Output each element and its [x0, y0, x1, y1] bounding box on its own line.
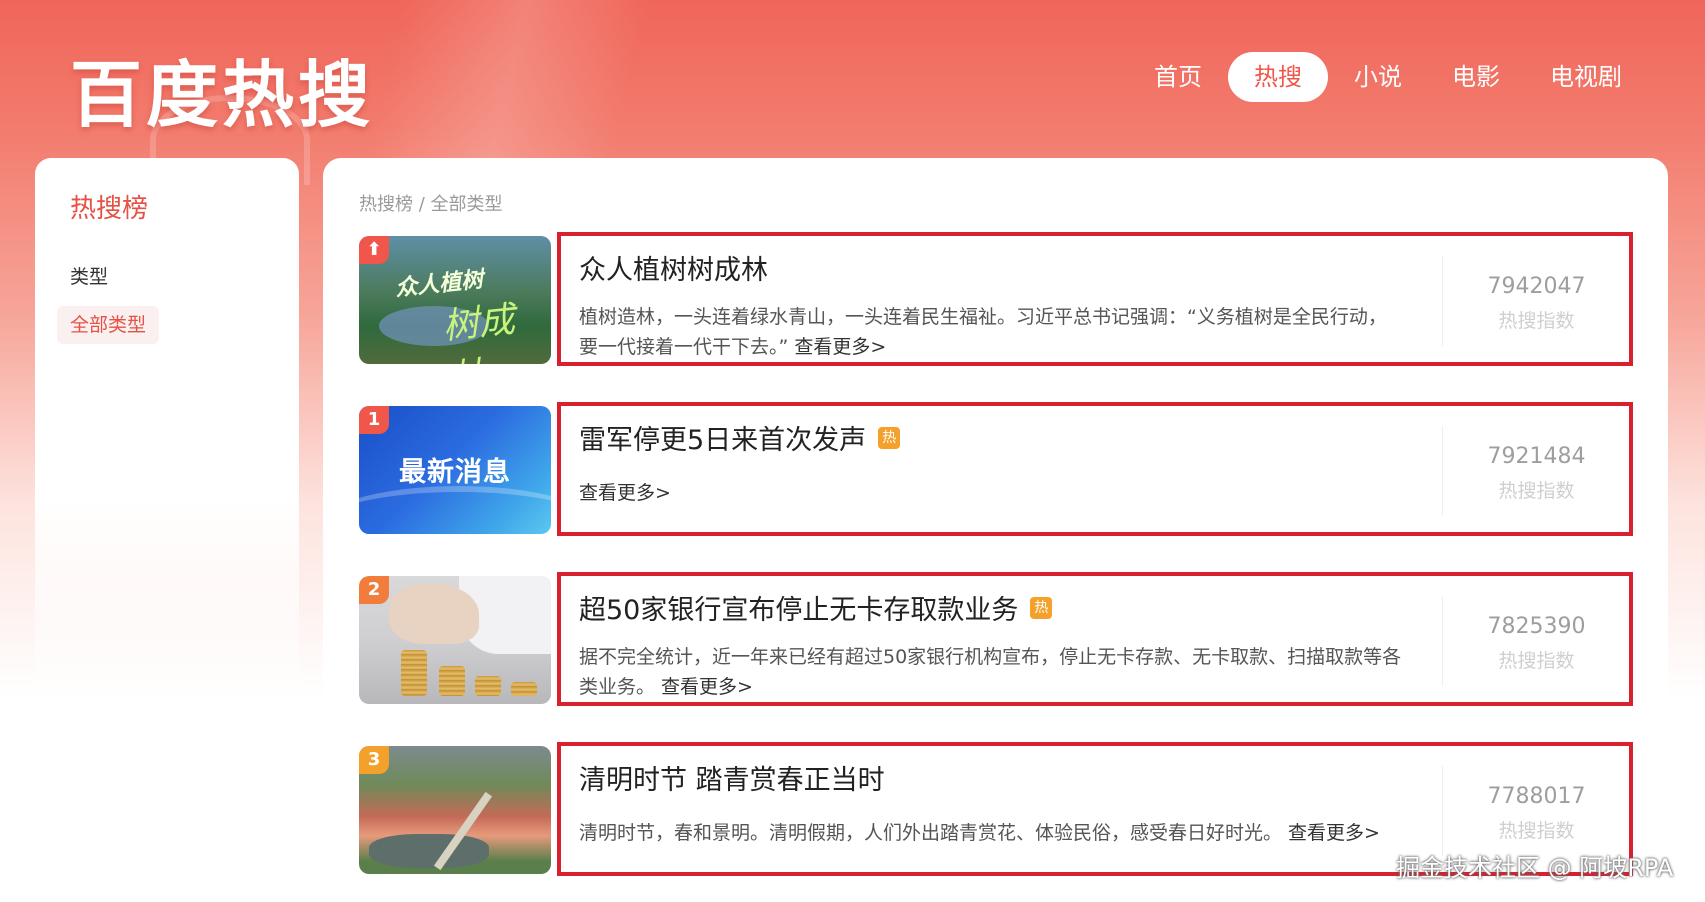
hot-list-panel: 热搜榜 / 全部类型 ⬆ 众人植树 树成林 众人植树树成林 植树造林，一头连着绿…: [323, 158, 1668, 902]
item-description: 清明时节，春和景明。清明假期，人们外出踏青赏花、体验民俗，感受春日好时光。 查看更…: [579, 818, 1439, 848]
rank-badge: 1: [359, 406, 389, 434]
thumbnail-pond: [369, 834, 489, 868]
item-thumbnail[interactable]: 1 最新消息: [359, 406, 551, 534]
hot-index-label: 热搜指数: [1498, 820, 1575, 842]
nav-hot-search[interactable]: 热搜: [1228, 52, 1328, 102]
view-more-link[interactable]: 查看更多>: [579, 482, 671, 504]
nav-tv-series[interactable]: 电视剧: [1526, 52, 1646, 102]
item-description: 查看更多>: [579, 478, 1399, 508]
breadcrumb: 热搜榜 / 全部类型: [359, 194, 503, 215]
hot-badge-icon: 热: [878, 426, 901, 449]
hot-index-value: 7942047: [1487, 274, 1586, 299]
hot-list-item[interactable]: 2 超50家银行宣布停止无卡存取款业务 热 据不完全统计，近一年来已经有超过50…: [359, 572, 1633, 706]
type-label: 类型: [70, 266, 109, 288]
watermark: 掘金技术社区 @ 阿坡RPA: [1396, 854, 1674, 882]
hot-index-value: 7788017: [1487, 784, 1586, 809]
item-card-highlighted: 超50家银行宣布停止无卡存取款业务 热 据不完全统计，近一年来已经有超过50家银…: [557, 572, 1633, 706]
type-filter-all[interactable]: 全部类型: [57, 306, 160, 344]
hot-index-label: 热搜指数: [1498, 650, 1575, 672]
item-card-highlighted: 雷军停更5日来首次发声 热 查看更多> 7921484 热搜指数: [557, 402, 1633, 536]
item-description: 据不完全统计，近一年来已经有超过50家银行机构宣布，停止无卡存款、无卡取款、扫描…: [579, 642, 1409, 702]
nav-home[interactable]: 首页: [1130, 52, 1226, 102]
nav-novel[interactable]: 小说: [1330, 52, 1426, 102]
item-card-highlighted: 众人植树树成林 植树造林，一头连着绿水青山，一头连着民生福祉。习近平总书记强调：…: [557, 232, 1633, 366]
item-thumbnail[interactable]: 3: [359, 746, 551, 874]
hot-index-value: 7825390: [1487, 614, 1586, 639]
item-description: 植树造林，一头连着绿水青山，一头连着民生福祉。习近平总书记强调：“义务植树是全民…: [579, 302, 1399, 362]
view-more-link[interactable]: 查看更多>: [661, 676, 753, 698]
hot-index-value: 7921484: [1487, 444, 1586, 469]
hot-index-label: 热搜指数: [1498, 310, 1575, 332]
item-title[interactable]: 清明时节 踏青赏春正当时: [579, 758, 885, 797]
thumbnail-caption-2: 树成林: [440, 299, 517, 364]
rank-badge: 3: [359, 746, 389, 774]
item-description-text: 植树造林，一头连着绿水青山，一头连着民生福祉。习近平总书记强调：“义务植树是全民…: [579, 306, 1387, 358]
view-more-link[interactable]: 查看更多>: [1288, 822, 1380, 844]
item-title[interactable]: 超50家银行宣布停止无卡存取款业务: [579, 588, 1018, 627]
coin-stack: [475, 676, 501, 696]
baidu-hot-logo[interactable]: 百度热搜: [70, 36, 374, 141]
item-title[interactable]: 众人植树树成林: [579, 248, 768, 287]
item-title-row[interactable]: 众人植树树成林: [579, 248, 768, 287]
top-nav: 首页 热搜 小说 电影 电视剧: [1130, 52, 1648, 102]
thumbnail-hand: [389, 584, 479, 644]
item-title-row[interactable]: 清明时节 踏青赏春正当时: [579, 758, 885, 797]
pinned-top-icon: ⬆: [359, 236, 389, 264]
rank-badge: 2: [359, 576, 389, 604]
view-more-link[interactable]: 查看更多>: [794, 336, 886, 358]
item-thumbnail[interactable]: ⬆ 众人植树 树成林: [359, 236, 551, 364]
hot-index-label: 热搜指数: [1498, 480, 1575, 502]
sidebar-title[interactable]: 热搜榜: [70, 188, 148, 225]
hot-list-item[interactable]: 1 最新消息 雷军停更5日来首次发声 热 查看更多> 7921484 热搜指数: [359, 402, 1633, 536]
item-thumbnail[interactable]: 2: [359, 576, 551, 704]
item-title[interactable]: 雷军停更5日来首次发声: [579, 418, 866, 457]
hot-badge-icon: 热: [1030, 596, 1053, 619]
coin-stack: [511, 682, 537, 696]
nav-movie[interactable]: 电影: [1428, 52, 1524, 102]
item-title-row[interactable]: 雷军停更5日来首次发声 热: [579, 418, 901, 457]
coin-stack: [401, 650, 427, 696]
item-description-text: 清明时节，春和景明。清明假期，人们外出踏青赏花、体验民俗，感受春日好时光。: [579, 822, 1283, 844]
item-title-row[interactable]: 超50家银行宣布停止无卡存取款业务 热: [579, 588, 1053, 627]
thumbnail-caption: 最新消息: [399, 457, 511, 488]
hot-list-item[interactable]: ⬆ 众人植树 树成林 众人植树树成林 植树造林，一头连着绿水青山，一头连着民生福…: [359, 232, 1633, 366]
coin-stack: [439, 666, 465, 696]
thumbnail-swoosh: [359, 486, 551, 534]
sidebar: 热搜榜 类型 全部类型: [35, 158, 299, 778]
